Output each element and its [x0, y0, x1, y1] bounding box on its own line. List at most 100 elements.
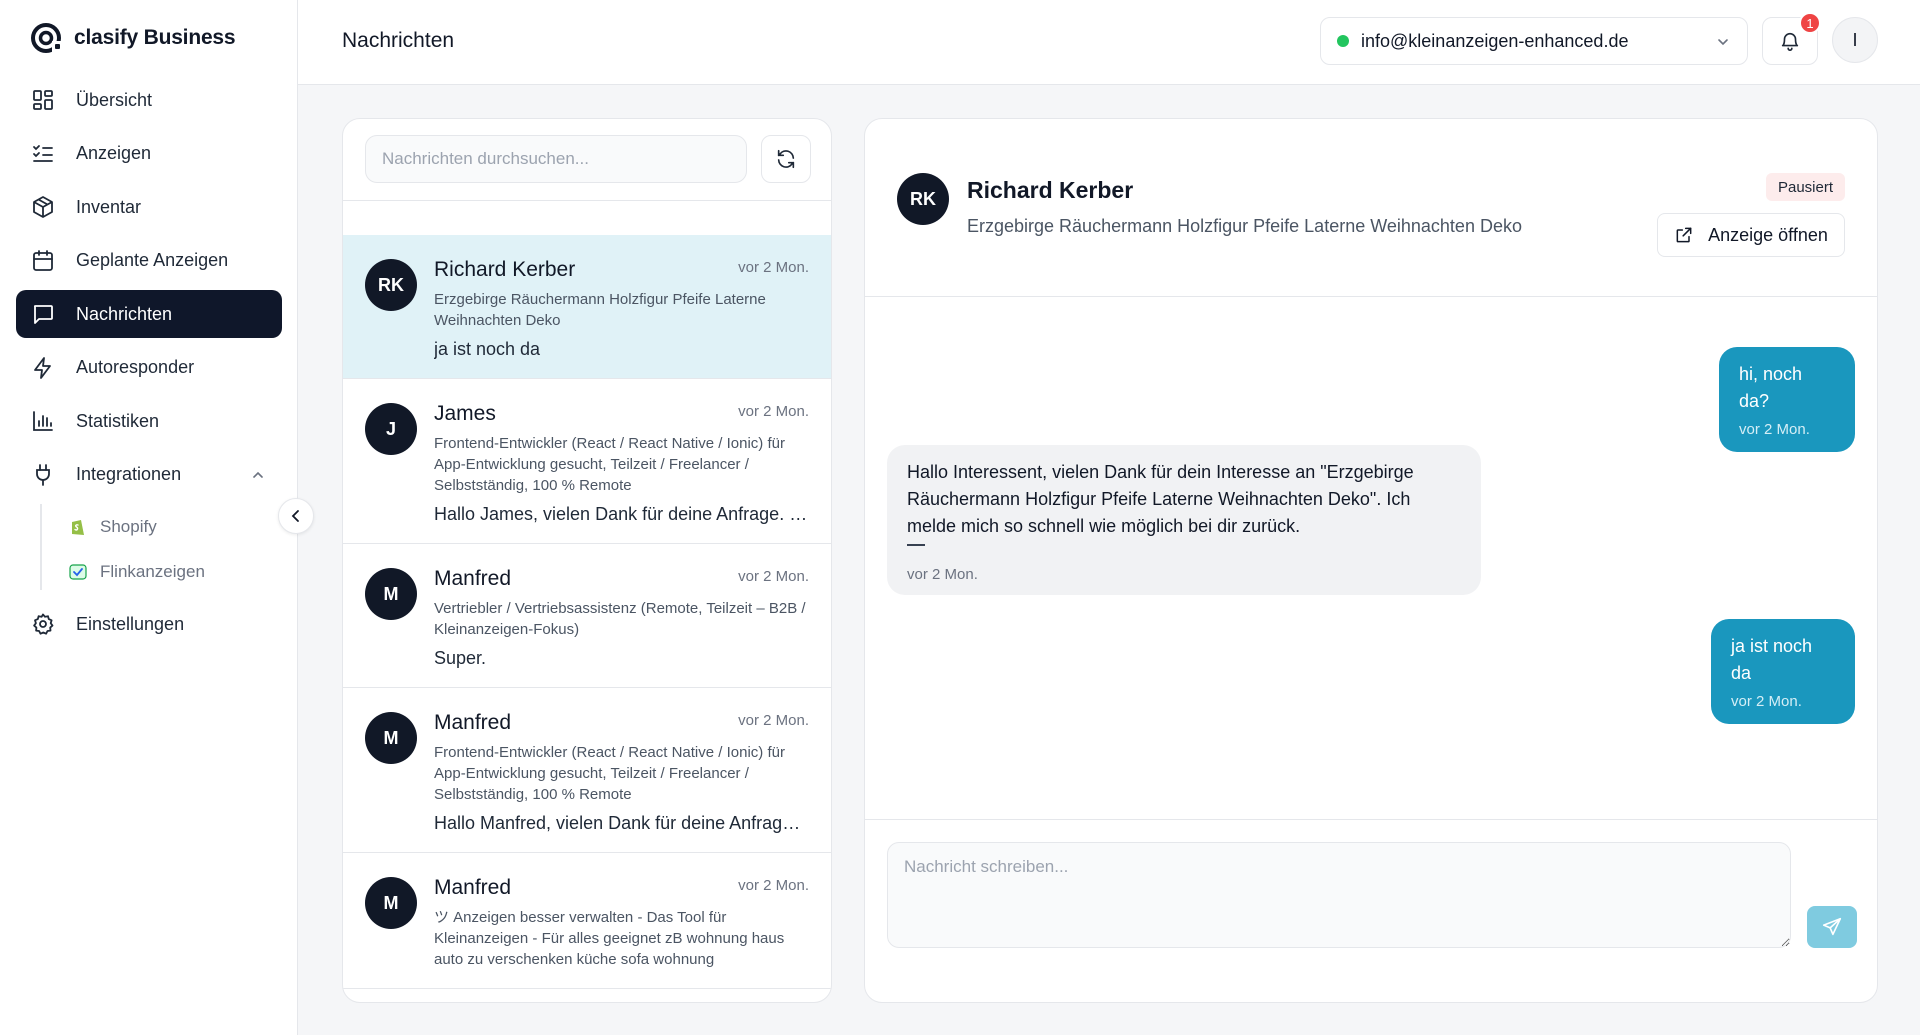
conversation-item[interactable]: RK Richard Kerber vor 2 Mon. Erzgebirge … — [343, 235, 831, 379]
conversation-time: vor 2 Mon. — [738, 877, 809, 894]
list-divider — [343, 200, 831, 201]
message-input[interactable] — [887, 842, 1791, 948]
chat-contact-avatar: RK — [897, 173, 949, 225]
sidebar-nav: Übersicht Anzeigen Inventar Geplante Anz… — [16, 76, 282, 654]
message-time: vor 2 Mon. — [907, 566, 978, 583]
brand-name: clasify Business — [74, 26, 236, 49]
top-header: Nachrichten info@kleinanzeigen-enhanced.… — [298, 0, 1920, 85]
message-text: Hallo Interessent, vielen Dank für dein … — [907, 462, 1414, 536]
notifications-button[interactable]: 1 — [1762, 12, 1821, 65]
account-select[interactable]: info@kleinanzeigen-enhanced.de — [1320, 17, 1748, 65]
chevron-up-icon — [253, 471, 263, 478]
conversation-item[interactable]: J James vor 2 Mon. Frontend-Entwickler (… — [343, 379, 831, 544]
online-status-dot — [1337, 35, 1349, 47]
chat-ad-title: Erzgebirge Räuchermann Holzfigur Pfeife … — [967, 216, 1522, 236]
chat-contact-name: Richard Kerber — [967, 177, 1134, 203]
sidebar-item-label: Geplante Anzeigen — [76, 250, 229, 270]
clasify-logo-icon — [31, 23, 61, 54]
sidebar-item-uebersicht[interactable]: Übersicht — [16, 76, 282, 124]
message-bubble-outgoing: ja ist noch da vor 2 Mon. — [1711, 619, 1855, 724]
chat-header: RK Richard Kerber Erzgebirge Räuchermann… — [865, 119, 1877, 297]
status-badge: Pausiert — [1765, 173, 1845, 201]
message-separator — [907, 544, 925, 546]
sidebar-item-inventar[interactable]: Inventar — [16, 183, 282, 231]
list-check-icon — [30, 141, 56, 167]
send-button[interactable] — [1807, 906, 1857, 948]
sidebar-item-einstellungen[interactable]: Einstellungen — [16, 600, 282, 648]
message-time: vor 2 Mon. — [1739, 421, 1810, 438]
conversation-subject: ツ Anzeigen besser verwalten - Das Tool f… — [434, 909, 785, 968]
conversation-preview: Hallo James, vielen Dank für deine Anfra… — [434, 504, 809, 524]
search-input[interactable] — [365, 135, 747, 183]
bar-chart-icon — [30, 408, 56, 434]
send-icon — [1822, 917, 1842, 936]
notification-count-badge: 1 — [1799, 12, 1821, 34]
sidebar-item-statistiken[interactable]: Statistiken — [16, 397, 282, 445]
conversation-time: vor 2 Mon. — [738, 403, 809, 420]
conversation-list-panel: RK Richard Kerber vor 2 Mon. Erzgebirge … — [342, 118, 832, 1003]
sidebar-item-nachrichten[interactable]: Nachrichten — [16, 290, 282, 338]
conversation-preview: Super. — [434, 648, 487, 668]
conversation-list: RK Richard Kerber vor 2 Mon. Erzgebirge … — [343, 235, 831, 989]
conversation-time: vor 2 Mon. — [738, 259, 809, 276]
message-bubble-outgoing: hi, noch da? vor 2 Mon. — [1719, 347, 1855, 452]
sidebar-subitem-shopify[interactable]: Shopify — [40, 504, 282, 549]
search-row — [365, 135, 811, 183]
sidebar-item-label: Einstellungen — [76, 613, 185, 634]
sidebar-subitem-label: Shopify — [100, 516, 157, 536]
sidebar-item-label: Autoresponder — [76, 357, 195, 377]
message-composer — [865, 819, 1877, 1002]
contact-avatar: RK — [365, 259, 417, 311]
sidebar-item-geplante-anzeigen[interactable]: Geplante Anzeigen — [16, 237, 282, 285]
sidebar-item-label: Statistiken — [76, 410, 160, 431]
integrations-submenu: Shopify Flinkanzeigen — [40, 504, 282, 594]
sidebar-subitem-flinkanzeigen[interactable]: Flinkanzeigen — [40, 549, 282, 594]
chevron-down-icon — [1718, 39, 1728, 46]
gear-icon — [30, 611, 56, 637]
contact-avatar: M — [365, 712, 417, 764]
brand[interactable]: clasify Business — [30, 22, 236, 54]
message-text: hi, noch da? — [1739, 364, 1803, 411]
message-icon — [30, 301, 56, 327]
grid-icon — [30, 87, 56, 113]
external-link-icon — [1676, 227, 1692, 243]
lightning-icon — [30, 355, 56, 381]
conversation-item[interactable]: M Manfred vor 2 Mon. ツ Anzeigen besser v… — [343, 853, 831, 989]
conversation-time: vor 2 Mon. — [738, 712, 809, 729]
refresh-icon — [777, 149, 795, 169]
conversation-preview: Hallo Manfred, vielen Dank für deine Anf… — [434, 813, 809, 833]
conversation-preview: ja ist noch da — [434, 339, 541, 359]
conversation-subject: Vertriebler / Vertriebsassistenz (Remote… — [434, 600, 806, 638]
package-icon — [30, 194, 56, 220]
sidebar: clasify Business Übersicht Anzeigen Inve… — [0, 0, 298, 1035]
contact-avatar: J — [365, 403, 417, 455]
sidebar-subitem-label: Flinkanzeigen — [100, 561, 205, 581]
message-time: vor 2 Mon. — [1731, 693, 1802, 710]
conversation-subject: Frontend-Entwickler (React / React Nativ… — [434, 744, 785, 803]
flinkanzeigen-icon — [68, 562, 88, 582]
account-email: info@kleinanzeigen-enhanced.de — [1361, 30, 1629, 51]
sidebar-item-label: Inventar — [76, 196, 142, 217]
sidebar-item-autoresponder[interactable]: Autoresponder — [16, 344, 282, 392]
chat-panel: RK Richard Kerber Erzgebirge Räuchermann… — [864, 118, 1878, 1003]
calendar-icon — [30, 248, 56, 274]
sidebar-item-label: Anzeigen — [76, 143, 152, 163]
sidebar-item-label: Integrationen — [76, 464, 182, 484]
refresh-button[interactable] — [761, 135, 811, 183]
shopify-icon — [68, 517, 88, 537]
conversation-item[interactable]: M Manfred vor 2 Mon. Frontend-Entwickler… — [343, 688, 831, 853]
conversation-subject: Erzgebirge Räuchermann Holzfigur Pfeife … — [434, 291, 766, 329]
sidebar-item-anzeigen[interactable]: Anzeigen — [16, 130, 282, 178]
conversation-item[interactable]: M Manfred vor 2 Mon. Vertriebler / Vertr… — [343, 544, 831, 688]
page-title: Nachrichten — [342, 29, 455, 52]
message-text: ja ist noch da — [1731, 636, 1813, 683]
conversation-subject: Frontend-Entwickler (React / React Nativ… — [434, 435, 785, 494]
sidebar-item-label: Nachrichten — [76, 303, 173, 324]
contact-avatar: M — [365, 568, 417, 620]
contact-avatar: M — [365, 877, 417, 929]
open-ad-button[interactable]: Anzeige öffnen — [1657, 213, 1845, 257]
user-avatar[interactable]: I — [1832, 17, 1878, 63]
plug-icon — [30, 462, 56, 488]
collapse-sidebar-button[interactable] — [278, 498, 314, 534]
sidebar-item-integrationen[interactable]: Integrationen — [16, 451, 282, 499]
